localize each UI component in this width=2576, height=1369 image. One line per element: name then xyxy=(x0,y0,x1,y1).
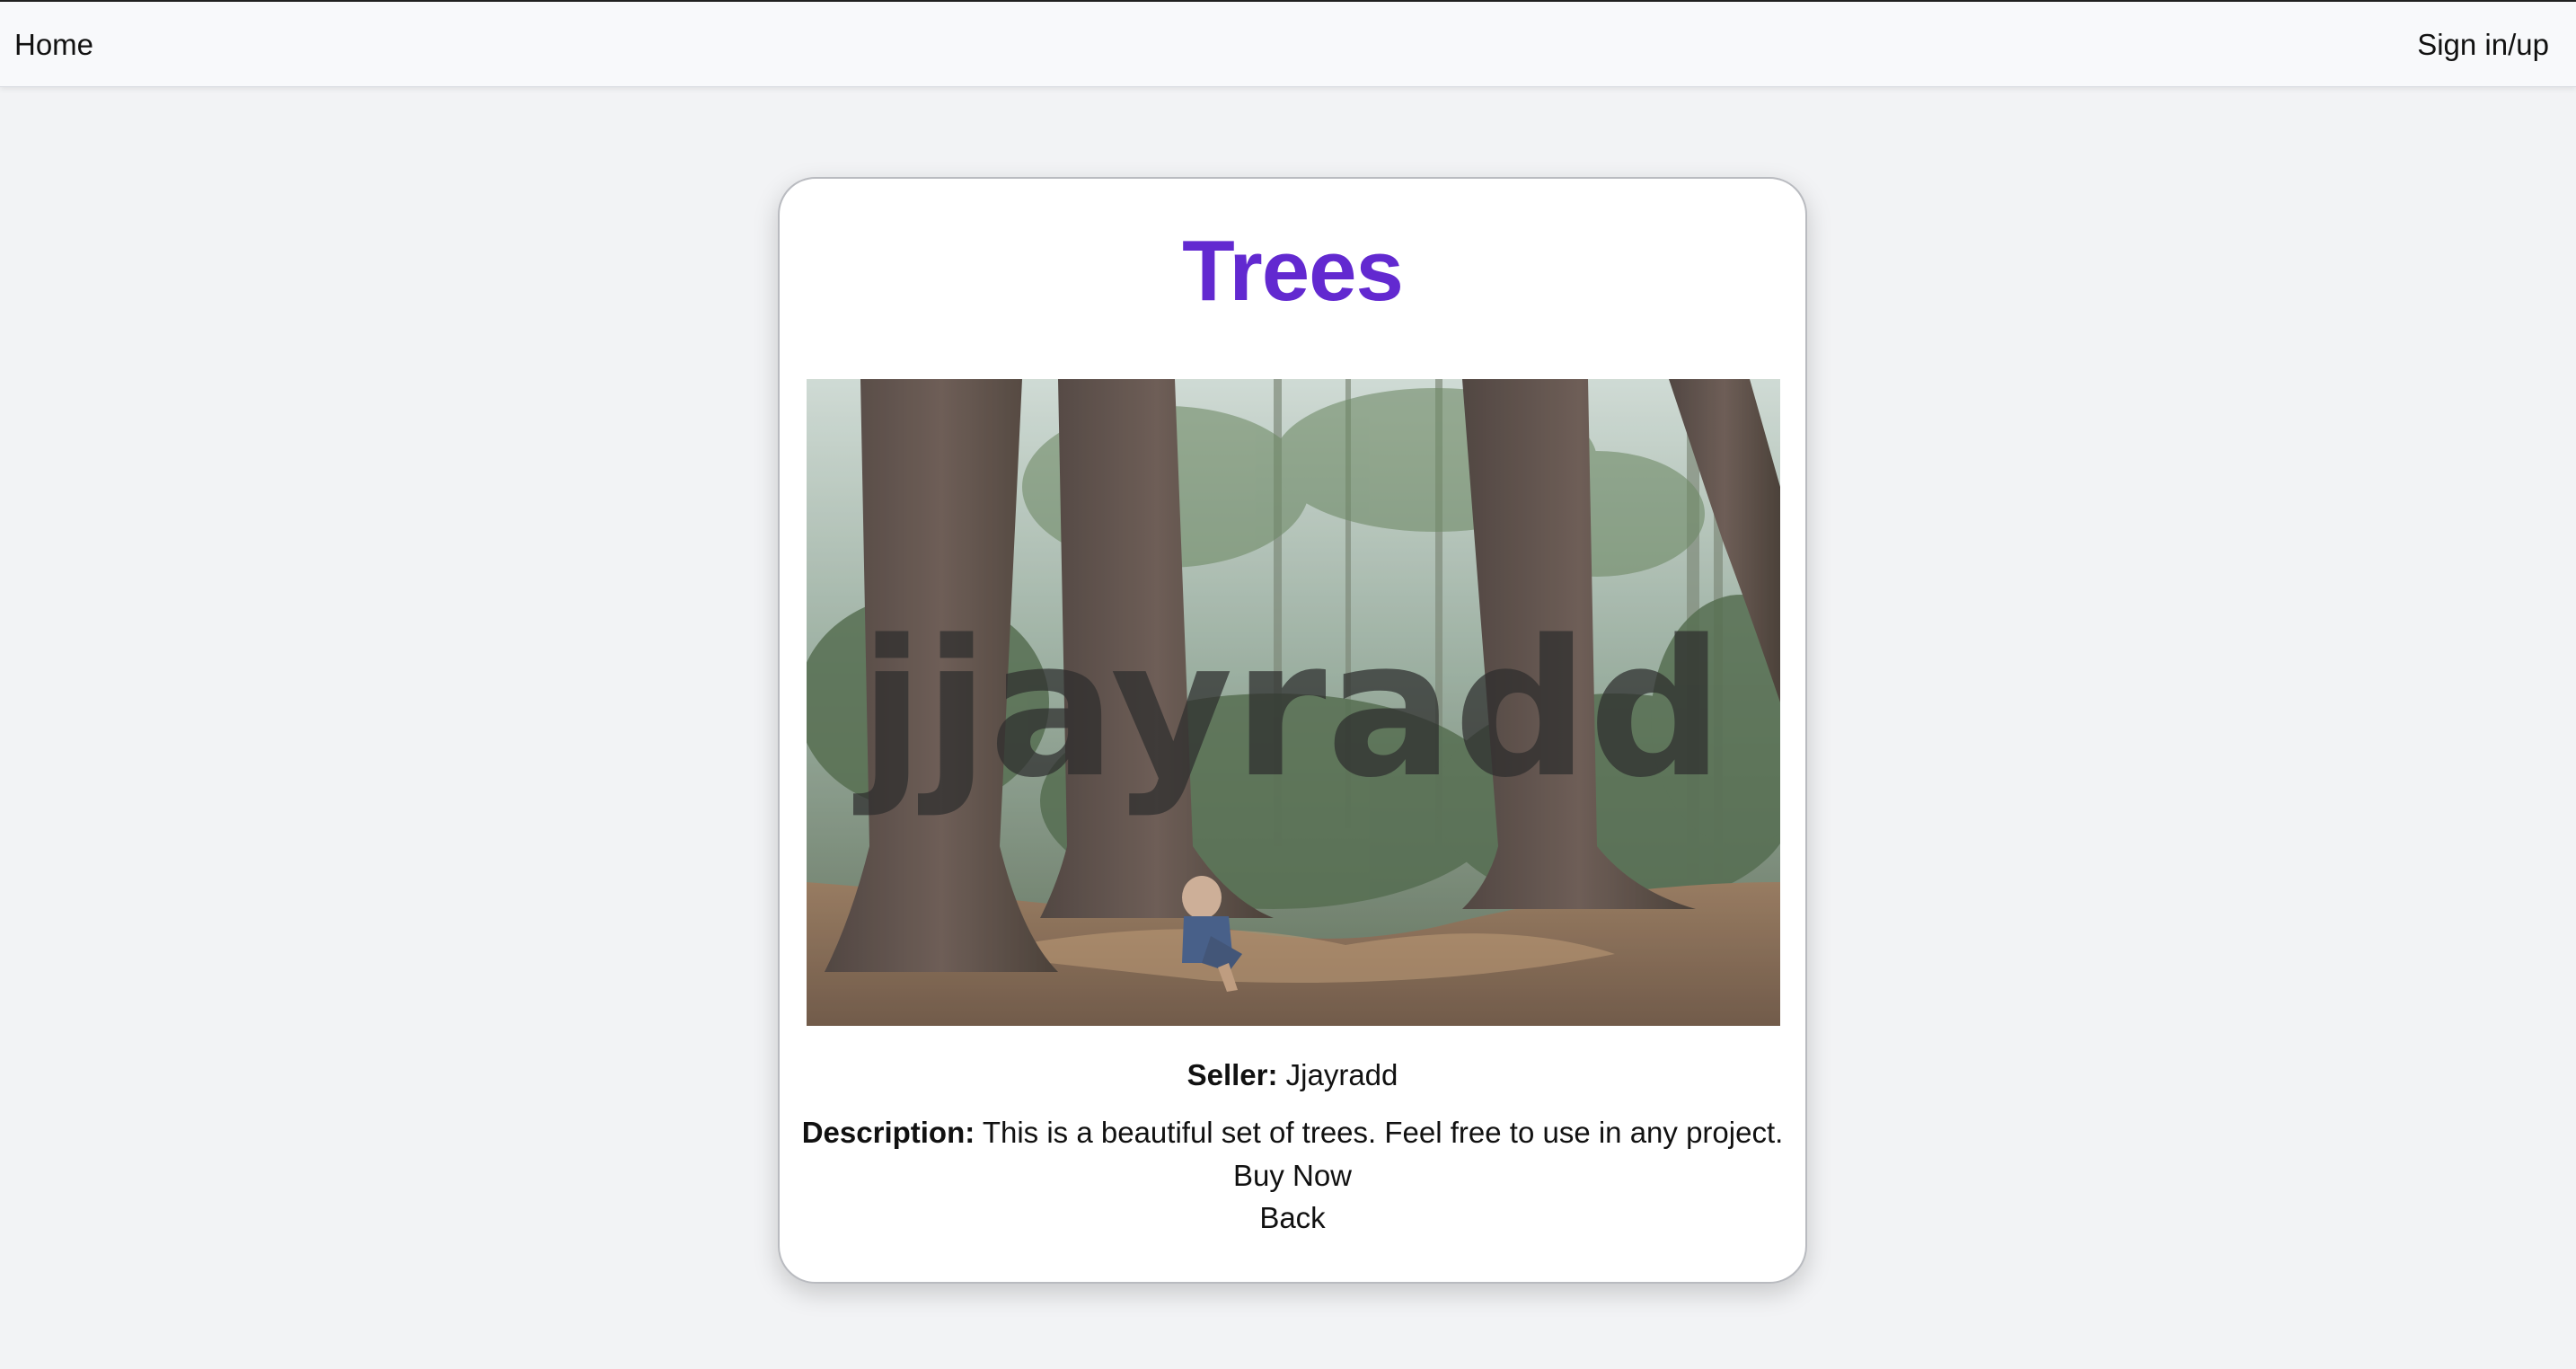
navbar: Home Sign in/up xyxy=(0,2,2576,87)
seller-name: Jjayradd xyxy=(1285,1058,1398,1091)
product-card: Trees jjayradd Seller: Jjayradd Descript… xyxy=(778,177,1807,1284)
buy-now-button[interactable]: Buy Now xyxy=(780,1158,1805,1194)
product-image: jjayradd xyxy=(807,379,1780,1026)
seller-line: Seller: Jjayradd xyxy=(780,1057,1805,1093)
forest-photo: jjayradd xyxy=(807,379,1780,1026)
description-line: Description: This is a beautiful set of … xyxy=(780,1115,1805,1151)
product-title: Trees xyxy=(1182,223,1404,319)
nav-signin-link[interactable]: Sign in/up xyxy=(2417,2,2549,87)
nav-home-link[interactable]: Home xyxy=(14,2,93,87)
description-text: This is a beautiful set of trees. Feel f… xyxy=(982,1116,1784,1149)
description-label: Description: xyxy=(801,1116,975,1149)
back-button[interactable]: Back xyxy=(780,1200,1805,1236)
seller-label: Seller: xyxy=(1187,1058,1278,1091)
